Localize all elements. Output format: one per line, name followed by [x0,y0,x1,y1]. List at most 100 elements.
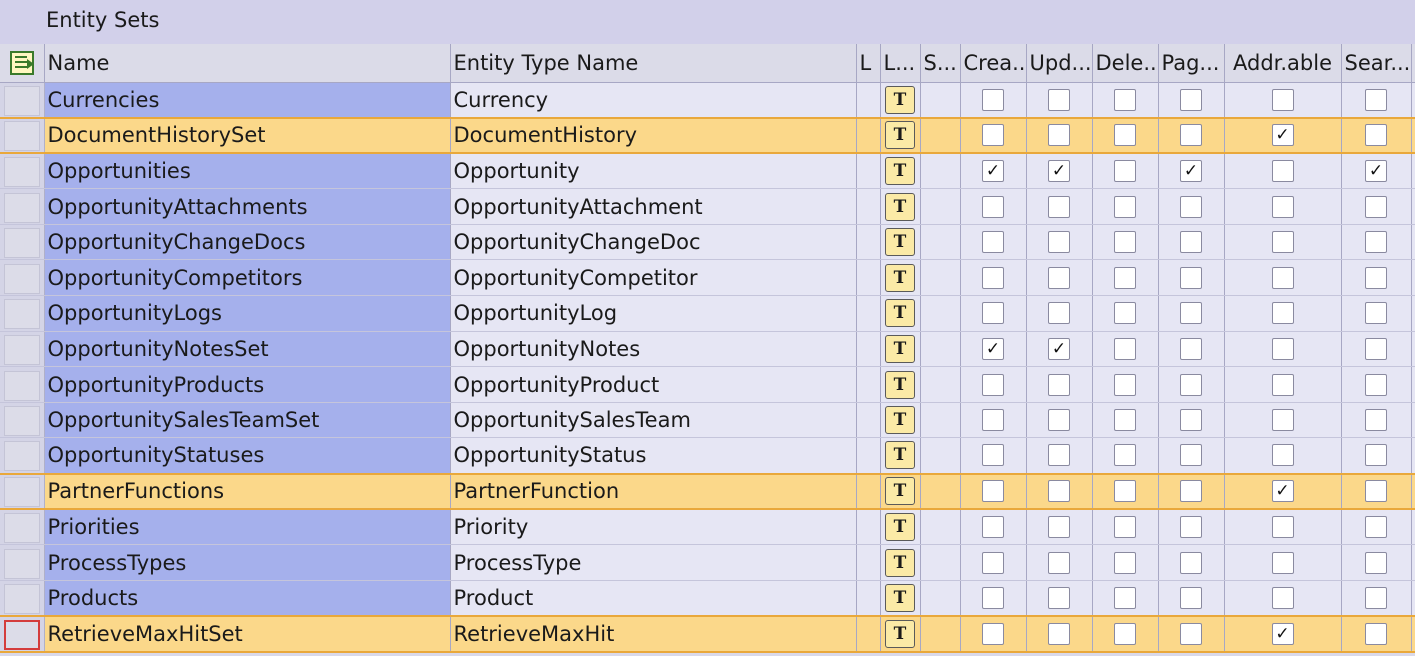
column-header-updatable[interactable]: Upd... [1026,44,1093,83]
label-cell[interactable]: T [880,472,921,511]
addressable-checkbox[interactable] [1271,444,1294,467]
table-row[interactable]: Products Product T [0,580,1415,617]
search-checkbox[interactable] [1365,231,1387,254]
create-checkbox[interactable] [982,373,1004,396]
text-label-icon[interactable]: T [885,619,915,648]
page-checkbox[interactable] [1180,302,1202,325]
update-checkbox[interactable] [1048,373,1070,396]
search-checkbox[interactable] [1365,551,1387,574]
page-checkbox[interactable] [1180,88,1202,111]
page-checkbox[interactable] [1180,195,1202,218]
page-checkbox[interactable] [1180,586,1202,609]
entity-type-name-cell[interactable]: OpportunityCompetitor [450,259,857,297]
label-cell[interactable]: T [880,259,921,297]
delete-checkbox[interactable] [1114,302,1136,325]
entity-set-name-cell[interactable]: Products [44,580,451,617]
page-checkbox[interactable] [1180,373,1202,396]
entity-set-name-cell[interactable]: OpportunityAttachments [44,188,451,225]
table-row[interactable]: Priorities Priority T [0,509,1415,546]
text-label-icon[interactable]: T [885,441,915,470]
update-checkbox[interactable] [1048,551,1070,574]
row-selector[interactable] [0,331,45,368]
row-selector-button[interactable] [3,619,40,650]
page-checkbox[interactable] [1180,622,1202,645]
entity-set-name-cell[interactable]: ProcessTypes [44,544,451,581]
row-selector[interactable] [0,614,45,653]
label-cell[interactable]: T [880,116,921,155]
row-selector-button[interactable] [3,192,40,223]
entity-set-name-cell[interactable]: OpportunityProducts [44,366,451,403]
label-cell[interactable]: T [880,153,921,190]
search-checkbox[interactable] [1365,480,1387,503]
label-cell[interactable]: T [880,509,921,546]
update-checkbox[interactable] [1048,516,1070,539]
entity-type-name-cell[interactable]: Priority [450,509,857,546]
create-checkbox[interactable] [982,480,1004,503]
delete-checkbox[interactable] [1114,266,1136,289]
row-selector-button[interactable] [3,583,40,614]
row-selector[interactable] [0,82,45,119]
entity-type-name-cell[interactable]: OpportunityAttachment [450,188,857,225]
text-label-icon[interactable]: T [885,548,915,577]
delete-checkbox[interactable] [1114,373,1136,396]
update-checkbox[interactable] [1048,266,1070,289]
search-checkbox[interactable] [1365,302,1387,325]
search-checkbox[interactable] [1365,337,1387,360]
addressable-checkbox[interactable] [1271,88,1294,111]
entity-type-name-cell[interactable]: OpportunityNotes [450,331,857,368]
text-label-icon[interactable]: T [885,192,915,221]
text-label-icon[interactable]: T [885,85,915,114]
table-row[interactable]: OpportunityStatuses OpportunityStatus T [0,437,1415,475]
delete-checkbox[interactable] [1114,231,1136,254]
row-selector-button[interactable] [3,263,40,294]
search-checkbox[interactable] [1365,444,1387,467]
row-selector-button[interactable] [3,121,40,152]
create-checkbox[interactable]: ✓ [982,160,1004,183]
create-checkbox[interactable] [982,195,1004,218]
entity-type-name-cell[interactable]: OpportunitySalesTeam [450,402,857,439]
entity-set-name-cell[interactable]: OpportunityLogs [44,295,451,332]
search-checkbox[interactable] [1365,266,1387,289]
row-selector-button[interactable] [3,441,40,472]
table-row[interactable]: DocumentHistorySet DocumentHistory T ✓ [0,116,1415,155]
entity-set-name-cell[interactable]: OpportunitySalesTeamSet [44,402,451,439]
delete-checkbox[interactable] [1114,622,1136,645]
addressable-checkbox[interactable] [1271,373,1294,396]
delete-checkbox[interactable] [1114,160,1136,183]
text-label-icon[interactable]: T [885,299,915,328]
label-cell[interactable]: T [880,580,921,617]
addressable-checkbox[interactable] [1271,409,1294,432]
column-header-entity-type[interactable]: Entity Type Name [450,44,857,83]
text-label-icon[interactable]: T [885,157,915,186]
label-cell[interactable]: T [880,331,921,368]
addressable-checkbox[interactable] [1271,160,1294,183]
page-checkbox[interactable] [1180,516,1202,539]
update-checkbox[interactable]: ✓ [1048,160,1070,183]
table-row[interactable]: ProcessTypes ProcessType T [0,544,1415,581]
label-cell[interactable]: T [880,544,921,581]
table-row[interactable]: OpportunityLogs OpportunityLog T [0,295,1415,332]
row-selector[interactable] [0,188,45,225]
table-row[interactable]: OpportunityNotesSet OpportunityNotes T ✓ ✓ [0,331,1415,368]
search-checkbox[interactable] [1365,124,1387,147]
table-row[interactable]: OpportunityAttachments OpportunityAttachm… [0,188,1415,225]
table-row[interactable]: PartnerFunctions PartnerFunction T ✓ [0,472,1415,511]
entity-set-name-cell[interactable]: OpportunityChangeDocs [44,224,451,261]
entity-type-name-cell[interactable]: RetrieveMaxHit [450,614,857,653]
addressable-checkbox[interactable] [1271,195,1294,218]
search-checkbox[interactable] [1365,373,1387,396]
page-checkbox[interactable] [1180,480,1202,503]
delete-checkbox[interactable] [1114,88,1136,111]
addressable-checkbox[interactable] [1271,231,1294,254]
page-checkbox[interactable] [1180,266,1202,289]
table-row[interactable]: OpportunitySalesTeamSet OpportunitySalesT… [0,402,1415,439]
table-row[interactable]: Opportunities Opportunity T ✓ ✓ ✓ ✓ [0,153,1415,190]
column-header-more[interactable]: S [1411,44,1415,83]
page-checkbox[interactable] [1180,409,1202,432]
update-checkbox[interactable] [1048,622,1070,645]
label-cell[interactable]: T [880,224,921,261]
search-checkbox[interactable] [1365,622,1387,645]
delete-checkbox[interactable] [1114,516,1136,539]
addressable-checkbox[interactable] [1271,337,1294,360]
create-checkbox[interactable] [982,88,1004,111]
